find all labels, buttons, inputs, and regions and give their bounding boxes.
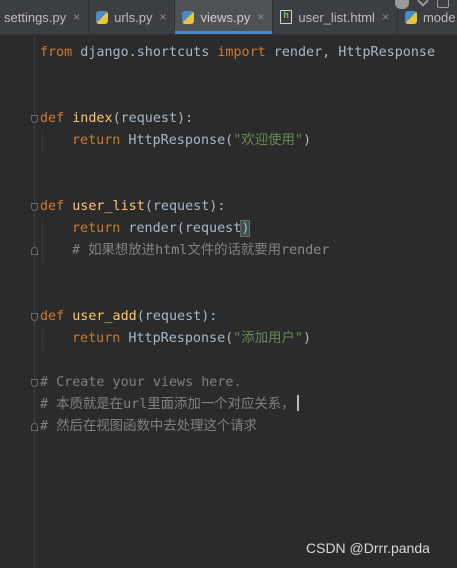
top-right-toolbar [395,0,449,9]
parameters: (request): [144,199,226,214]
code-line-def-index: def index(request): [40,108,193,130]
tab-user-list-html[interactable]: user_list.html × [273,0,398,34]
function-name: index [72,111,113,126]
fold-start-icon[interactable] [31,115,38,123]
fold-end-icon[interactable] [31,423,38,431]
python-file-icon [96,10,109,24]
code-line-user-list-return: return render(request) [72,218,251,240]
close-paren: ) [302,331,311,346]
python-file-icon [182,10,195,24]
code-line-import: from django.shortcuts import render, Htt… [40,42,435,64]
tab-urls-py[interactable]: urls.py × [89,0,176,34]
module-name: django.shortcuts [72,45,218,60]
chevron-down-icon[interactable] [417,0,429,7]
call: HttpResponse( [120,133,234,148]
tab-label: mode [422,9,456,25]
close-icon[interactable]: × [159,10,166,24]
watermark: CSDN @Drrr.panda [306,540,430,556]
keyword: import [217,45,266,60]
code-line-comment-2: # 本质就是在url里面添加一个对应关系， [40,394,299,416]
call: HttpResponse( [120,331,234,346]
indent-guide [42,219,43,263]
window-icon[interactable] [437,0,449,8]
code-line-def-user-list: def user_list(request): [40,196,225,218]
indent-guide [42,329,43,351]
function-name: user_add [72,309,137,324]
indent-guide [42,131,43,153]
code-line-comment-3: # 然后在视图函数中去处理这个请求 [40,419,257,434]
user-icon[interactable] [395,0,409,9]
close-icon[interactable]: × [257,10,264,24]
code-editor[interactable]: from django.shortcuts import render, Htt… [0,35,457,568]
tab-settings-py[interactable]: settings.py × [0,0,90,34]
imported-names: render, HttpResponse [265,45,436,60]
close-icon[interactable]: × [73,10,80,24]
comment-text: # 本质就是在url里面添加一个对应关系， [40,397,295,412]
code-line-comment-1: # Create your views here. [40,375,242,390]
comment-text: html [155,243,188,258]
comment-text: render [281,243,330,258]
string-literal: "添加用户" [233,331,303,346]
close-paren: ) [302,133,311,148]
tab-label: user_list.html [298,9,375,25]
html-file-icon [280,10,293,24]
code-line-user-add-return: return HttpResponse("添加用户") [72,328,311,350]
tab-label: urls.py [114,9,153,25]
tab-views-py[interactable]: views.py × [175,0,274,34]
fold-start-icon[interactable] [31,203,38,211]
comment-text: 文件的话就要用 [187,243,282,258]
code-line-def-user-add: def user_add(request): [40,306,217,328]
keyword: from [40,45,73,60]
string-literal: "欢迎使用" [233,133,303,148]
editor-tab-bar: settings.py × urls.py × views.py × user_… [0,0,457,35]
keyword: def [40,309,65,324]
matched-paren: ) [240,220,251,237]
keyword: return [72,221,121,236]
python-file-icon [404,10,417,24]
fold-end-icon[interactable] [31,247,38,255]
call: render(request [120,221,242,236]
text-caret [296,395,299,411]
fold-start-icon[interactable] [31,313,38,321]
keyword: def [40,111,65,126]
code-line-index-return: return HttpResponse("欢迎使用") [72,130,311,152]
comment-text: # 如果想放进 [72,243,156,258]
parameters: (request): [112,111,194,126]
close-icon[interactable]: × [382,10,389,24]
fold-start-icon[interactable] [31,379,38,387]
function-name: user_list [72,199,145,214]
tab-label: views.py [200,9,251,25]
keyword: return [72,331,121,346]
tab-label: settings.py [4,9,67,25]
keyword: return [72,133,121,148]
code-line-user-list-comment: # 如果想放进html文件的话就要用render [72,240,329,262]
parameters: (request): [136,309,218,324]
keyword: def [40,199,65,214]
